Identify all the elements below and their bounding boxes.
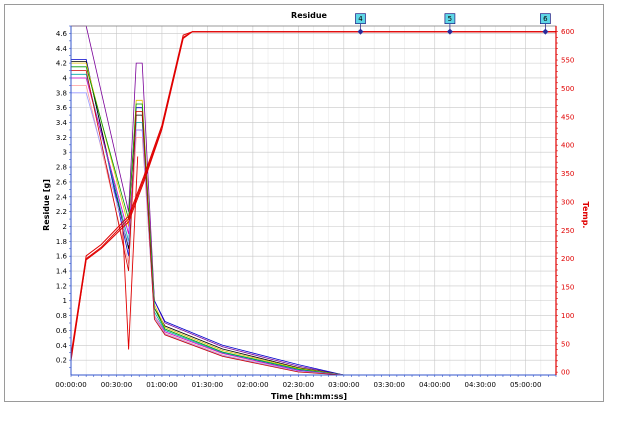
y-tick-label: 1.8 — [56, 238, 67, 246]
y2-tick-label: 200 — [561, 255, 574, 263]
x-tick-label: 01:30:00 — [192, 381, 223, 389]
y2-tick-label: 600 — [561, 28, 574, 36]
x-tick-label: 03:00:00 — [328, 381, 359, 389]
residue-chart: Residue 0.2 0.4 0.6 0.8 1 1.2 1.4 1.6 1.8 2 2.2 2.4… — [42, 11, 590, 401]
y-tick-label: 0.2 — [56, 357, 67, 365]
y-tick-label: 3.6 — [56, 104, 68, 112]
x-tick-label: 04:30:00 — [464, 381, 495, 389]
y-tick-label: 2 — [63, 223, 67, 231]
chart-title: Residue — [291, 11, 328, 20]
y2-tick-label: 250 — [561, 227, 574, 235]
x-axis-label: Time [hh:mm:ss] — [271, 392, 347, 401]
y-tick-label: 3.2 — [56, 134, 67, 142]
x-tick-label: 05:00:00 — [510, 381, 541, 389]
y2-tick-label: 100 — [561, 312, 574, 320]
x-tick-label: 02:00:00 — [237, 381, 268, 389]
y-tick-label: 4.4 — [56, 45, 68, 53]
y-tick-label: 3.8 — [56, 89, 67, 97]
y2-tick-label: 350 — [561, 170, 574, 178]
y-tick-label: 4 — [63, 74, 68, 82]
y-tick-label: 4.6 — [56, 30, 68, 38]
y2-axis-label: Temp. — [581, 202, 590, 229]
x-tick-label: 00:00:00 — [55, 381, 86, 389]
chart-frame: Residue 0.2 0.4 0.6 0.8 1 1.2 1.4 1.6 1.8 2 2.2 2.4… — [4, 4, 604, 402]
event-marker-label: 5 — [448, 15, 452, 23]
y-axis-label: Residue [g] — [42, 179, 51, 231]
y-tick-label: 1.6 — [56, 253, 68, 261]
y-tick-label: 3 — [63, 149, 67, 157]
x-tick-label: 04:00:00 — [419, 381, 450, 389]
y-tick-label: 1 — [63, 297, 67, 305]
y2-tick-label: 500 — [561, 85, 574, 93]
y2-tick-label: 50 — [561, 340, 570, 348]
y-tick-label: 2.4 — [56, 193, 68, 201]
y-tick-label: 4.2 — [56, 60, 67, 68]
y-tick-label: 0.6 — [56, 327, 68, 335]
y-tick-label: 1.4 — [56, 268, 68, 276]
y-tick-label: 3.4 — [56, 119, 68, 127]
y2-tick-label: 550 — [561, 57, 574, 65]
y-tick-label: 2.6 — [56, 178, 68, 186]
y-tick-label: 0.8 — [56, 312, 67, 320]
y-tick-label: 2.2 — [56, 208, 67, 216]
event-marker-label: 4 — [358, 15, 363, 23]
y2-tick-label: 300 — [561, 198, 574, 206]
event-marker-label: 6 — [543, 15, 548, 23]
y2-tick-label: 450 — [561, 113, 574, 121]
x-tick-label: 03:30:00 — [374, 381, 405, 389]
y2-tick-label: 00 — [561, 369, 570, 377]
y-tick-label: 1.2 — [56, 282, 67, 290]
x-tick-label: 02:30:00 — [283, 381, 314, 389]
y-tick-label: 0.4 — [56, 342, 68, 350]
y2-tick-label: 400 — [561, 142, 574, 150]
y-tick-label: 2.8 — [56, 164, 67, 172]
y2-tick-label: 150 — [561, 284, 574, 292]
x-tick-label: 01:00:00 — [146, 381, 177, 389]
x-tick-label: 00:30:00 — [101, 381, 132, 389]
